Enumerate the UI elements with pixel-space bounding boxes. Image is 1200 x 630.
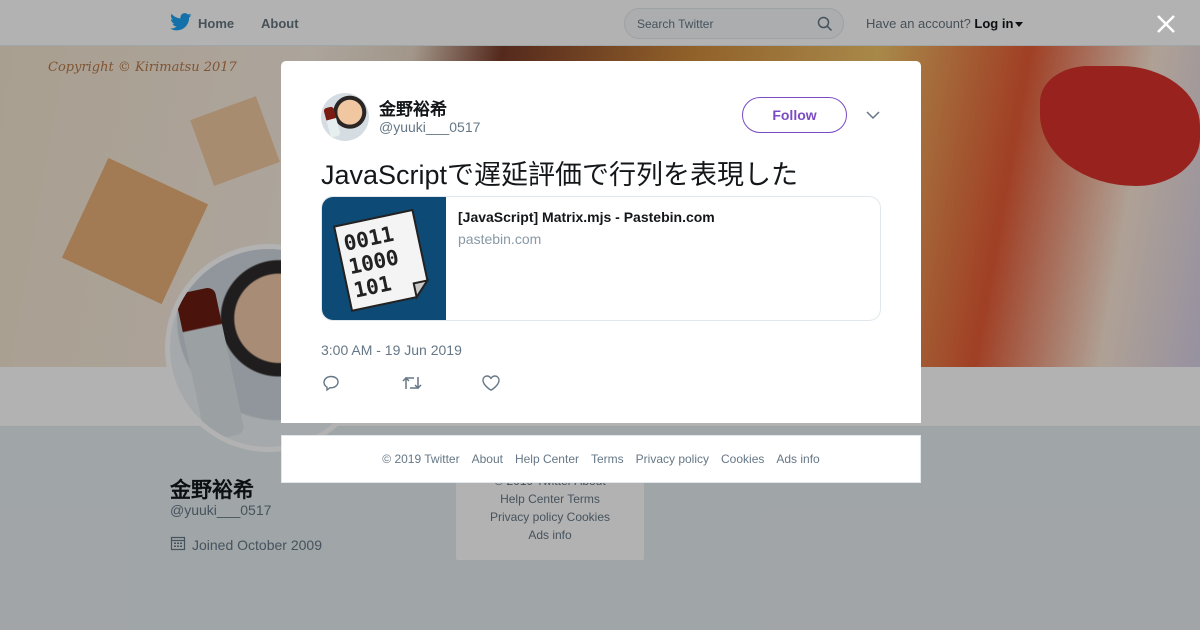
footer-copyright: © 2019 Twitter — [382, 452, 460, 466]
link-card[interactable]: 0011 1000 101 [JavaScript] Matrix.mjs - … — [321, 196, 881, 321]
tweet-author-handle[interactable]: @yuuki___0517 — [379, 119, 480, 135]
tweet-text: JavaScriptで遅延評価で行列を表現した — [321, 160, 799, 190]
retweet-icon[interactable] — [401, 374, 423, 392]
footer-link-ads-info[interactable]: Ads info — [776, 452, 819, 466]
footer-link-help-center[interactable]: Help Center — [515, 452, 579, 466]
footer-link-cookies[interactable]: Cookies — [721, 452, 764, 466]
modal-footer: © 2019 Twitter About Help Center Terms P… — [281, 435, 921, 483]
card-domain: pastebin.com — [458, 231, 542, 247]
heart-icon[interactable] — [481, 374, 503, 392]
card-title: [JavaScript] Matrix.mjs - Pastebin.com — [458, 209, 715, 225]
close-icon[interactable] — [1154, 12, 1178, 36]
tweet-timestamp[interactable]: 3:00 AM - 19 Jun 2019 — [321, 342, 462, 358]
tweet-author-avatar[interactable] — [321, 93, 369, 141]
reply-icon[interactable] — [322, 374, 344, 392]
chevron-down-icon[interactable] — [865, 108, 881, 122]
footer-link-privacy[interactable]: Privacy policy — [636, 452, 709, 466]
tweet-modal: 金野裕希 @yuuki___0517 Follow JavaScriptで遅延評… — [281, 61, 921, 423]
follow-button[interactable]: Follow — [742, 97, 847, 133]
footer-link-about[interactable]: About — [472, 452, 503, 466]
tweet-author-name[interactable]: 金野裕希 — [379, 95, 447, 120]
card-thumbnail: 0011 1000 101 — [322, 197, 446, 320]
footer-link-terms[interactable]: Terms — [591, 452, 624, 466]
